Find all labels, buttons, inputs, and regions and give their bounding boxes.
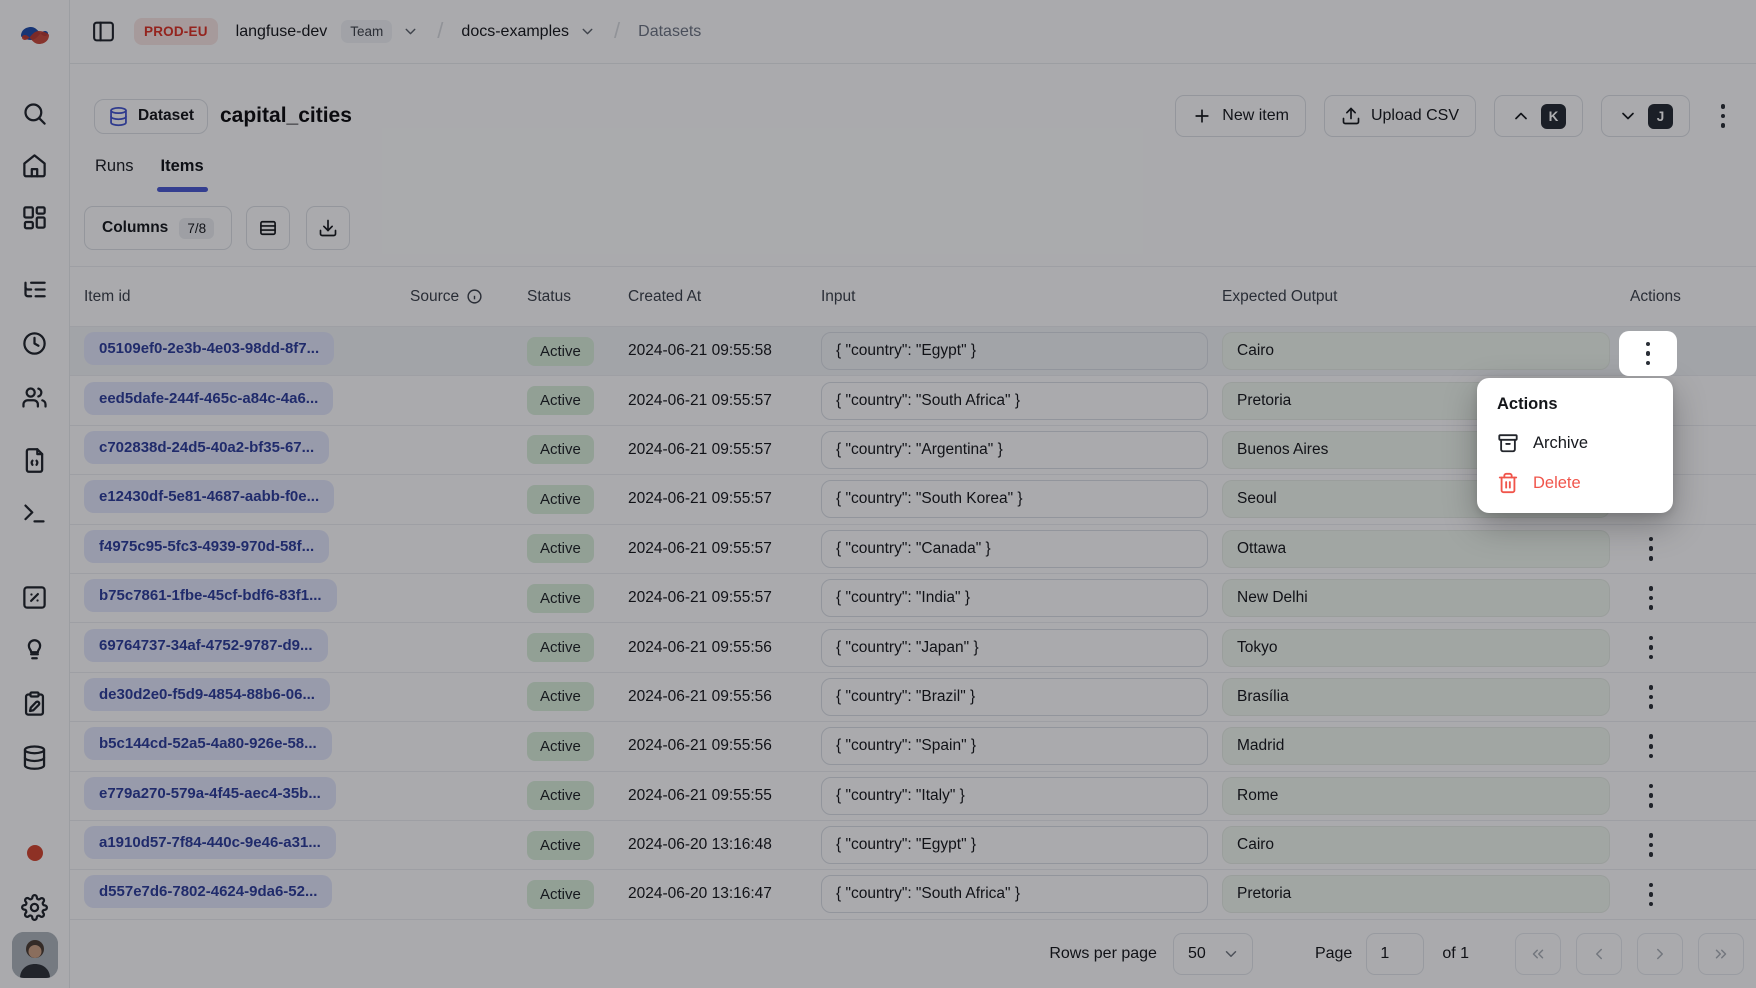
row-actions-kebab-button-open[interactable] [1619, 331, 1677, 376]
archive-icon [1497, 432, 1519, 454]
menu-item-archive[interactable]: Archive [1485, 423, 1665, 463]
actions-context-menu: Actions Archive Delete [1477, 378, 1673, 513]
context-menu-title: Actions [1485, 388, 1665, 423]
menu-item-delete[interactable]: Delete [1485, 463, 1665, 503]
app-root: PROD-EU langfuse-dev Team / docs-example… [0, 0, 1756, 988]
trash-icon [1497, 472, 1519, 494]
